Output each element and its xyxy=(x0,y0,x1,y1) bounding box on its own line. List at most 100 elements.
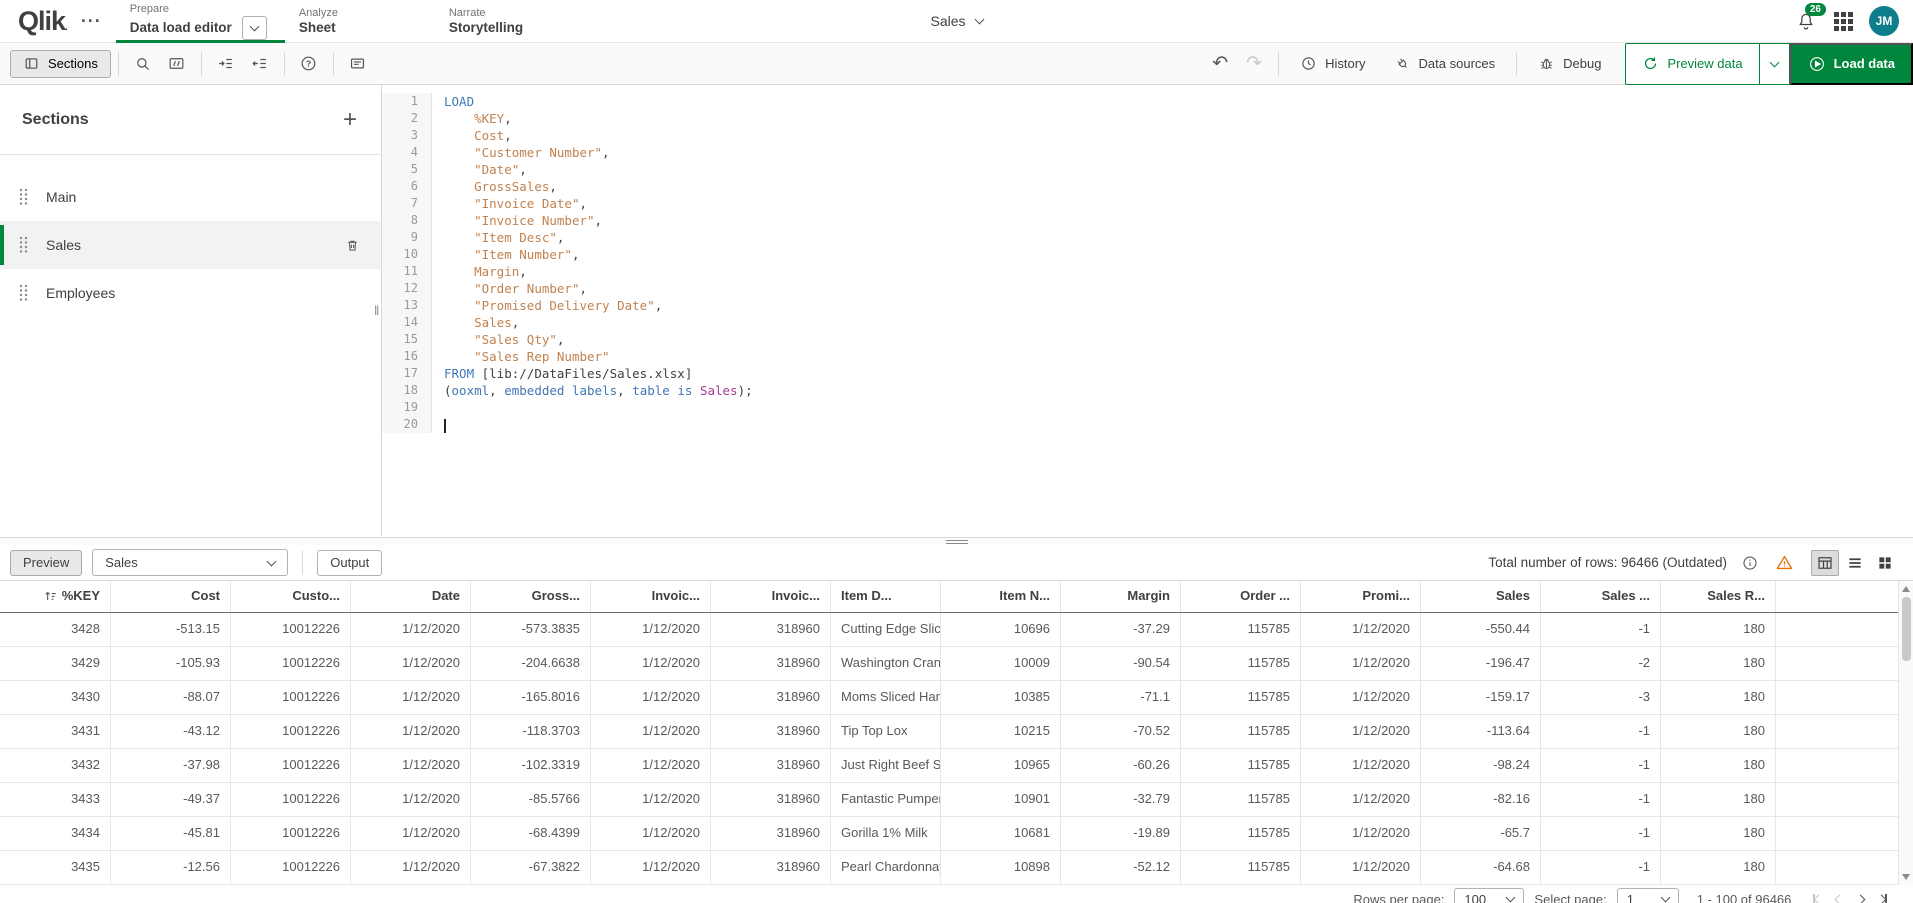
column-header-label: Date xyxy=(431,588,460,603)
table-cell: -1 xyxy=(1541,715,1661,748)
table-cell: -71.1 xyxy=(1061,681,1181,714)
avatar[interactable]: JM xyxy=(1869,6,1899,36)
column-header-invoic-[interactable]: Invoic... xyxy=(591,581,711,612)
column-header-custo-[interactable]: Custo... xyxy=(231,581,351,612)
table-cell: 1/12/2020 xyxy=(591,851,711,884)
editor-line: 15 "Sales Qty", xyxy=(382,331,1913,348)
history-button[interactable]: History xyxy=(1286,50,1379,78)
info-icon[interactable] xyxy=(1739,552,1761,574)
indent-icon[interactable] xyxy=(211,50,241,78)
table-view-icon[interactable] xyxy=(1811,549,1839,576)
undo-icon[interactable]: ↶ xyxy=(1203,54,1237,73)
editor-line: 3 Cost, xyxy=(382,127,1913,144)
column-header-sales-[interactable]: Sales ... xyxy=(1541,581,1661,612)
table-header-row: %KEY Cost Custo... Date Gross... Invoic.… xyxy=(0,581,1913,613)
warning-icon[interactable] xyxy=(1773,552,1795,574)
apps-grid-icon[interactable] xyxy=(1834,11,1853,31)
table-cell: -118.3703 xyxy=(471,715,591,748)
grid-view-icon[interactable] xyxy=(1871,550,1899,576)
table-cell: 1/12/2020 xyxy=(351,817,471,850)
app-select[interactable]: Sales xyxy=(930,0,984,42)
comment-icon[interactable] xyxy=(162,50,192,78)
last-page-icon[interactable] xyxy=(1876,893,1887,903)
table-cell: 1/12/2020 xyxy=(1301,681,1421,714)
sidebar-item-employees[interactable]: Employees xyxy=(0,269,381,317)
redo-icon[interactable]: ↷ xyxy=(1237,54,1271,73)
column-header-label: %KEY xyxy=(61,588,100,603)
splitter-grip-icon xyxy=(945,539,968,544)
topbar-right: 26 JM xyxy=(1794,0,1913,42)
scrollbar-thumb[interactable] xyxy=(1901,597,1911,661)
log-panel-icon[interactable] xyxy=(343,50,373,78)
editor-line: 17 FROM [lib://DataFiles/Sales.xlsx] xyxy=(382,365,1913,382)
select-page-select[interactable]: 1 xyxy=(1616,887,1679,903)
column-header-gross-[interactable]: Gross... xyxy=(471,581,591,612)
table-cell: 1/12/2020 xyxy=(591,715,711,748)
chevron-down-icon xyxy=(249,21,260,31)
preview-data-button[interactable]: Preview data xyxy=(1625,42,1760,85)
table-cell: -1 xyxy=(1541,783,1661,816)
sidebar-item-sales[interactable]: Sales xyxy=(0,221,381,269)
rows-per-page-select[interactable]: 100 xyxy=(1454,887,1525,903)
debug-button[interactable]: Debug xyxy=(1524,50,1615,78)
editor-line: 11 Margin, xyxy=(382,263,1913,280)
nav-section-label: Prepare xyxy=(129,2,169,15)
table-cell: Tip Top Lox xyxy=(831,715,941,748)
nav-item-sheet[interactable]: Analyze Sheet xyxy=(285,0,435,42)
column-header-sales-r-[interactable]: Sales R... xyxy=(1661,581,1776,612)
outdent-icon[interactable] xyxy=(245,50,275,78)
section-item-label: Main xyxy=(46,189,77,205)
sections-toggle-button[interactable]: Sections xyxy=(10,49,111,78)
delete-section-icon[interactable] xyxy=(344,237,361,254)
app-select-value: Sales xyxy=(930,13,966,29)
search-icon[interactable] xyxy=(128,50,158,78)
preview-tab-button[interactable]: Preview xyxy=(10,549,83,576)
first-page-icon[interactable] xyxy=(1813,893,1824,903)
data-sources-button[interactable]: Data sources xyxy=(1380,50,1510,78)
load-data-button[interactable]: Load data xyxy=(1789,42,1913,85)
table-cell: Washington Cranb xyxy=(831,647,941,680)
nav-item-data-load-editor[interactable]: Prepare Data load editor xyxy=(115,0,285,43)
column-header-order-[interactable]: Order ... xyxy=(1181,581,1301,612)
column-header-invoic-[interactable]: Invoic... xyxy=(711,581,831,612)
table-cell-filler xyxy=(1776,817,1913,850)
nav-item-storytelling[interactable]: Narrate Storytelling xyxy=(435,0,585,42)
notifications-button[interactable]: 26 xyxy=(1794,3,1826,33)
horizontal-splitter[interactable] xyxy=(0,537,1913,545)
sidebar-item-main[interactable]: Main xyxy=(0,173,381,221)
table-cell: Cutting Edge Sliced xyxy=(831,613,941,646)
table-scrollbar[interactable] xyxy=(1898,581,1913,885)
help-icon[interactable]: ? xyxy=(294,50,324,78)
vertical-splitter-handle[interactable]: ‖ xyxy=(374,304,380,317)
editor-line: 7 "Invoice Date", xyxy=(382,195,1913,212)
column-header-label: Margin xyxy=(1127,588,1170,603)
list-view-icon[interactable] xyxy=(1841,550,1869,576)
table-cell: 318960 xyxy=(711,851,831,884)
table-cell: -65.7 xyxy=(1421,817,1541,850)
total-rows-text: Total number of rows: 96466 (Outdated) xyxy=(1488,555,1727,570)
preview-data-dropdown[interactable] xyxy=(1759,42,1790,85)
add-section-icon[interactable]: + xyxy=(343,107,357,132)
table-cell: 1/12/2020 xyxy=(591,681,711,714)
column-header-item-n-[interactable]: Item N... xyxy=(941,581,1061,612)
column-header-margin[interactable]: Margin xyxy=(1061,581,1181,612)
scroll-up-icon[interactable] xyxy=(1902,586,1910,592)
more-menu-icon[interactable]: ··· xyxy=(81,11,102,32)
next-page-icon[interactable] xyxy=(1855,894,1866,903)
nav-dropdown-button[interactable] xyxy=(241,15,267,40)
column-header-item-d-[interactable]: Item D... xyxy=(831,581,941,612)
script-editor[interactable]: 1 LOAD 2 %KEY, 3 Cost, 4 "Customer Numbe… xyxy=(382,85,1913,537)
previous-page-icon[interactable] xyxy=(1834,894,1845,903)
divider xyxy=(1278,51,1280,76)
table-row: 3434 -45.81 10012226 1/12/2020 -68.4399 1/12/… xyxy=(0,817,1913,851)
table-cell: -82.16 xyxy=(1421,783,1541,816)
line-number: 10 xyxy=(382,246,432,263)
output-tab-button[interactable]: Output xyxy=(317,549,383,576)
scroll-down-icon[interactable] xyxy=(1902,874,1910,880)
column-header--key[interactable]: %KEY xyxy=(0,581,111,612)
preview-table-select[interactable]: Sales xyxy=(92,549,289,576)
column-header-cost[interactable]: Cost xyxy=(111,581,231,612)
column-header-promi-[interactable]: Promi... xyxy=(1301,581,1421,612)
column-header-date[interactable]: Date xyxy=(351,581,471,612)
column-header-sales[interactable]: Sales xyxy=(1421,581,1541,612)
